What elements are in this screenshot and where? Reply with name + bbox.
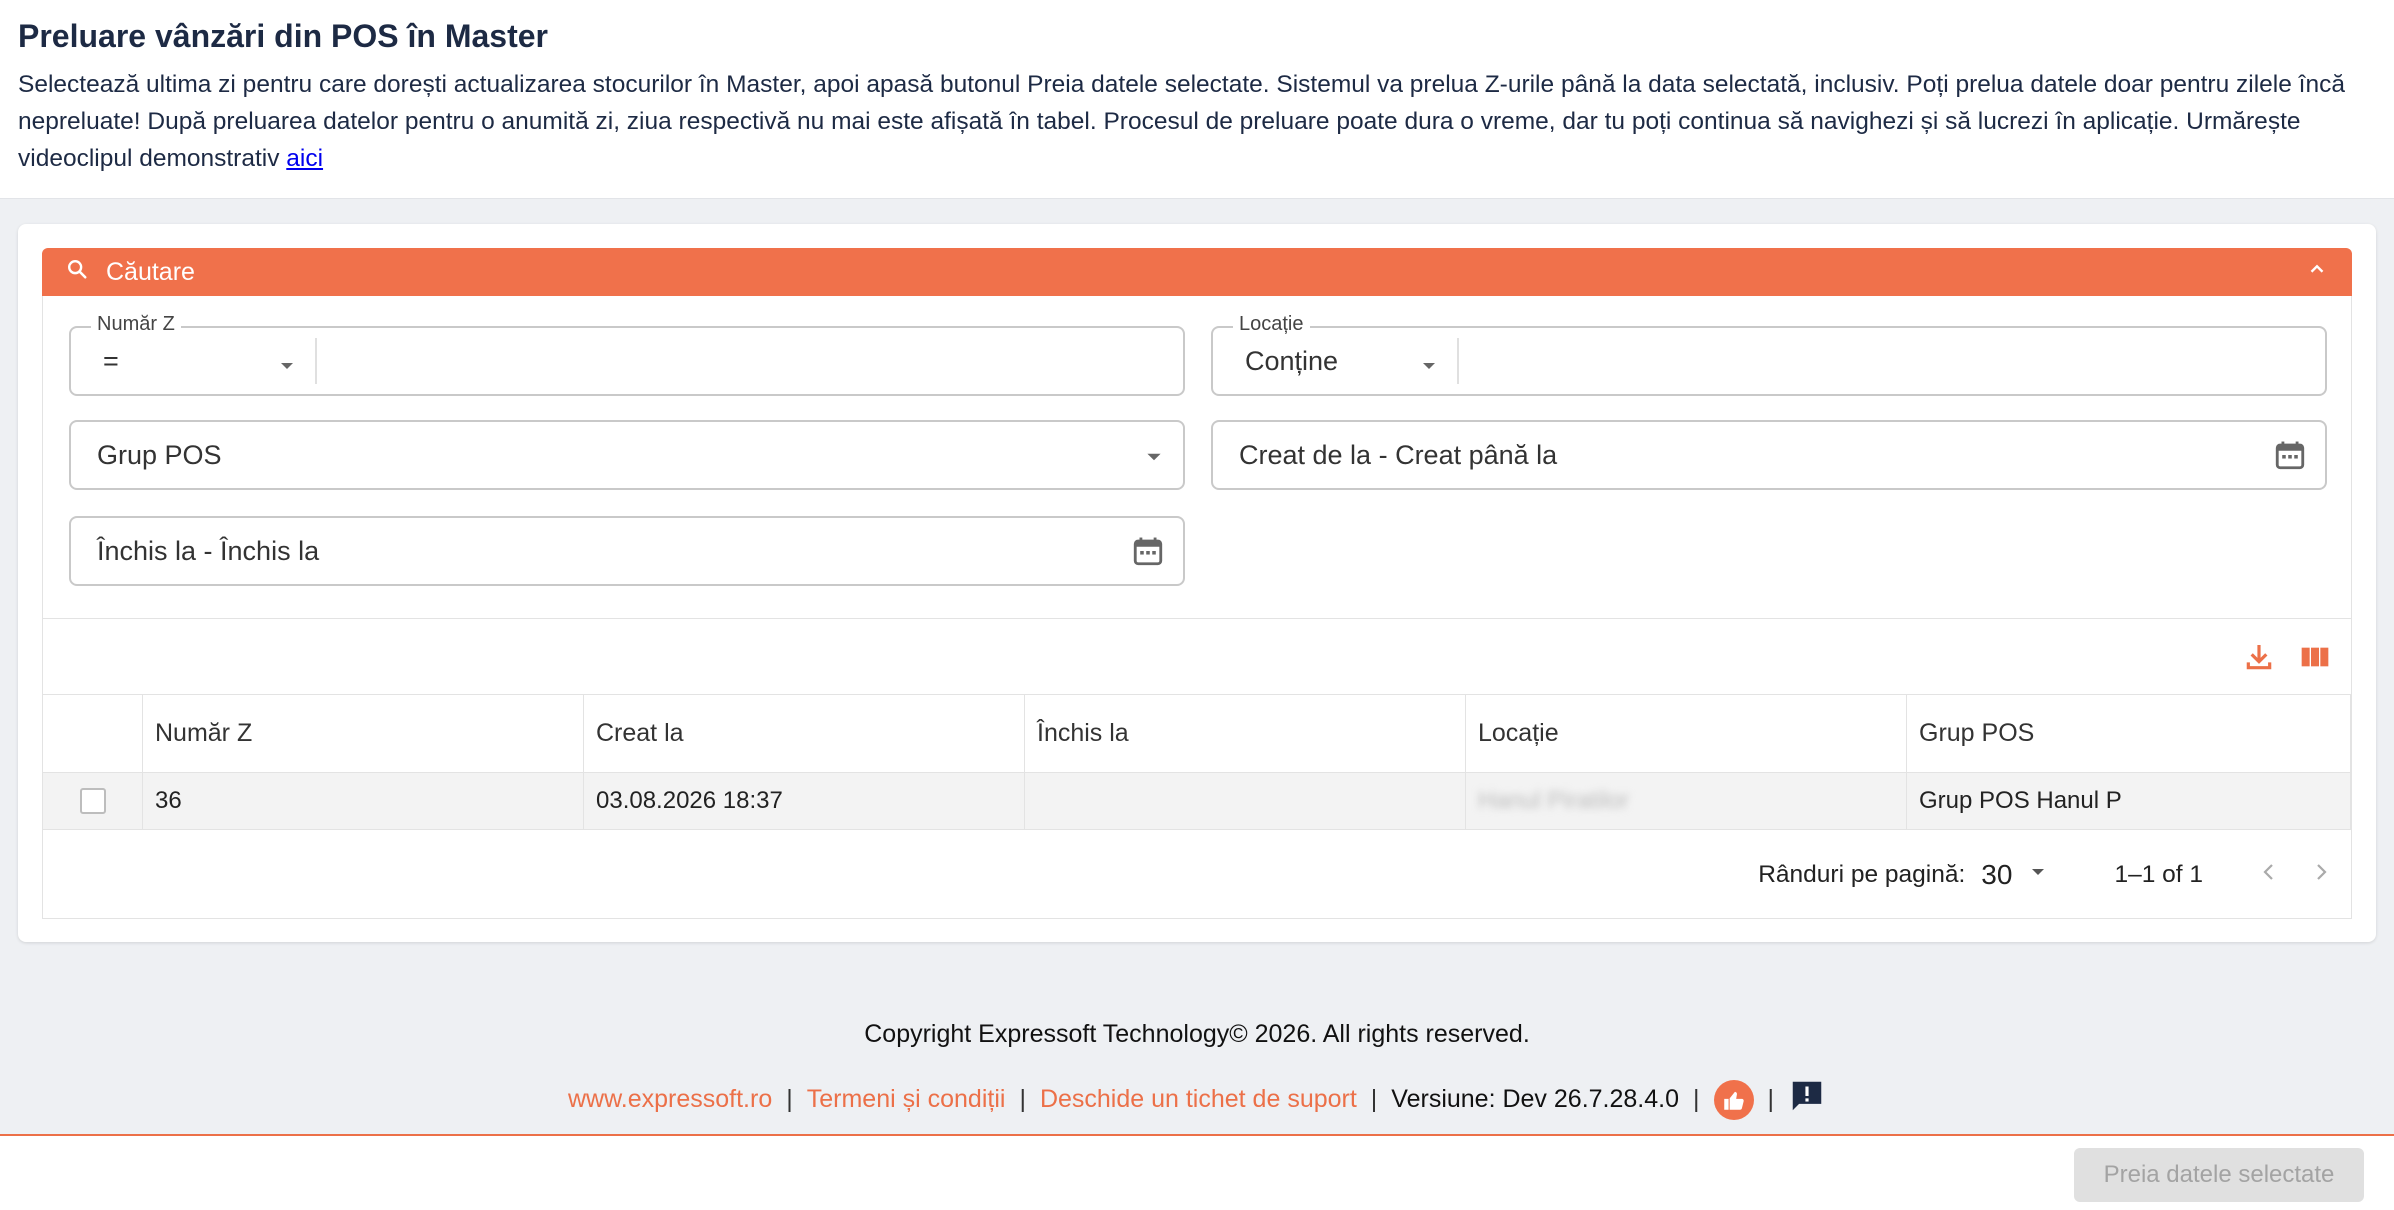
column-header-numar-z[interactable]: Număr Z bbox=[143, 695, 584, 772]
search-filters: Număr Z = Locație Conține Grup POS Creat… bbox=[42, 296, 2352, 626]
numar-z-filter: Număr Z = bbox=[69, 313, 1185, 396]
copyright-text: Copyright Expressoft Technology© 2026. A… bbox=[864, 1020, 1530, 1048]
inchis-date-range[interactable]: Închis la - Închis la bbox=[69, 516, 1185, 586]
pagination: Rânduri pe pagină: 30 1–1 of 1 bbox=[43, 831, 2351, 919]
site-link[interactable]: www.expressoft.ro bbox=[568, 1085, 772, 1114]
row-checkbox[interactable] bbox=[79, 788, 106, 814]
cell-inchis-la bbox=[1025, 773, 1466, 829]
version-text: Versiune: Dev 26.7.28.4.0 bbox=[1391, 1085, 1679, 1113]
search-icon bbox=[66, 258, 88, 287]
columns-icon[interactable] bbox=[2299, 641, 2331, 678]
download-icon[interactable] bbox=[2243, 641, 2275, 678]
chevron-right-icon[interactable] bbox=[2309, 860, 2333, 891]
cell-creat-la: 03.08.2026 18:37 bbox=[584, 773, 1025, 829]
terms-link[interactable]: Termeni și condiții bbox=[807, 1085, 1006, 1114]
data-grid: Număr Z Creat la Închis la Locație Grup … bbox=[42, 694, 2352, 919]
support-ticket-link[interactable]: Deschide un tichet de suport bbox=[1040, 1085, 1357, 1114]
grup-pos-placeholder: Grup POS bbox=[97, 439, 222, 470]
chevron-left-icon[interactable] bbox=[2257, 860, 2281, 891]
rows-per-page-select[interactable]: 30 bbox=[1981, 859, 2012, 891]
column-header-inchis-la[interactable]: Închis la bbox=[1025, 695, 1466, 772]
grid-toolbar bbox=[42, 618, 2352, 694]
numar-z-operator-select[interactable]: = bbox=[71, 338, 317, 384]
column-header-grup-pos[interactable]: Grup POS bbox=[1907, 695, 2351, 772]
creat-date-placeholder: Creat de la - Creat până la bbox=[1239, 439, 1558, 470]
action-bar: Preia datele selectate bbox=[0, 1136, 2394, 1210]
footer-links: www.expressoft.ro | Termeni și condiții … bbox=[0, 1077, 2394, 1122]
grup-pos-select[interactable]: Grup POS bbox=[69, 420, 1185, 490]
column-header-creat-la[interactable]: Creat la bbox=[584, 695, 1025, 772]
chevron-down-icon bbox=[1143, 444, 1165, 475]
description-text: Selectează ultima zi pentru care dorești… bbox=[18, 71, 2345, 172]
locatie-input[interactable] bbox=[1459, 328, 2325, 394]
cell-grup-pos: Grup POS Hanul P bbox=[1907, 773, 2351, 829]
table-row[interactable]: 36 03.08.2026 18:37 Hanul Piratilor Grup… bbox=[43, 773, 2351, 830]
locatie-operator-select[interactable]: Conține bbox=[1213, 338, 1459, 384]
separator: | bbox=[1019, 1085, 1026, 1113]
feedback-icon[interactable] bbox=[1788, 1077, 1826, 1122]
demo-video-link[interactable]: aici bbox=[286, 145, 323, 172]
pagination-range: 1–1 of 1 bbox=[2114, 861, 2203, 888]
chevron-down-icon[interactable] bbox=[2028, 861, 2048, 889]
page-description: Selectează ultima zi pentru care dorești… bbox=[18, 66, 2376, 177]
numar-z-input[interactable] bbox=[317, 328, 1183, 394]
page-header: Preluare vânzări din POS în Master Selec… bbox=[0, 0, 2394, 199]
locatie-label: Locație bbox=[1233, 313, 1310, 336]
separator: | bbox=[1693, 1085, 1700, 1113]
locatie-operator-value: Conține bbox=[1245, 345, 1339, 376]
creat-date-range[interactable]: Creat de la - Creat până la bbox=[1211, 420, 2327, 490]
separator: | bbox=[786, 1085, 793, 1113]
chevron-down-icon bbox=[1419, 352, 1439, 383]
calendar-icon[interactable] bbox=[2273, 438, 2307, 479]
select-column-header bbox=[43, 695, 143, 772]
table-header: Număr Z Creat la Închis la Locație Grup … bbox=[43, 695, 2351, 773]
search-panel-label: Căutare bbox=[106, 257, 195, 286]
footer: Copyright Expressoft Technology© 2026. A… bbox=[0, 1020, 2394, 1122]
page-title: Preluare vânzări din POS în Master bbox=[18, 18, 548, 54]
inchis-date-placeholder: Închis la - Închis la bbox=[97, 535, 320, 566]
thumbs-up-icon[interactable] bbox=[1713, 1079, 1754, 1120]
locatie-filter: Locație Conține bbox=[1211, 313, 2327, 396]
column-header-locatie[interactable]: Locație bbox=[1466, 695, 1907, 772]
cell-numar-z: 36 bbox=[143, 773, 584, 829]
main-card: Căutare Număr Z = Locație Conține Grup P… bbox=[18, 224, 2376, 942]
row-select-cell bbox=[43, 773, 143, 829]
numar-z-label: Număr Z bbox=[91, 313, 181, 336]
cell-locatie: Hanul Piratilor bbox=[1466, 773, 1907, 829]
rows-per-page-label: Rânduri pe pagină: bbox=[1758, 861, 1966, 888]
chevron-down-icon bbox=[277, 352, 297, 383]
chevron-up-icon[interactable] bbox=[2306, 258, 2328, 287]
search-panel-header[interactable]: Căutare bbox=[42, 248, 2352, 296]
separator: | bbox=[1767, 1085, 1775, 1113]
calendar-icon[interactable] bbox=[1131, 534, 1165, 575]
fetch-selected-button[interactable]: Preia datele selectate bbox=[2074, 1148, 2364, 1202]
cell-locatie-value: Hanul Piratilor bbox=[1478, 787, 1629, 814]
numar-z-operator-value: = bbox=[103, 345, 119, 376]
separator: | bbox=[1370, 1085, 1378, 1113]
